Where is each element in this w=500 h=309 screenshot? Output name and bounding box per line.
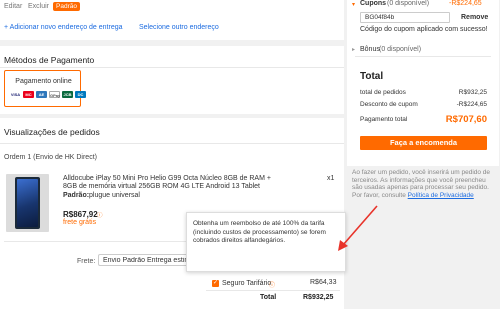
product-price: R$867,92 xyxy=(63,210,98,219)
order-view-title: Visualizações de pedidos xyxy=(4,127,100,137)
shipping-cost: R$64,33 xyxy=(310,279,337,286)
order-summary-panel: Total total de pedidos R$932,25 Desconto… xyxy=(347,56,499,166)
divider xyxy=(206,290,340,291)
visa-icon: VISA xyxy=(10,92,21,97)
coupons-label[interactable]: Cupons xyxy=(360,0,386,7)
product-quantity: x1 xyxy=(327,175,335,182)
summary-line-payment-total: Pagamento total R$707,60 xyxy=(360,114,487,125)
summary-line-order-total: total de pedidos R$932,25 xyxy=(360,89,487,96)
insurance-info-icon[interactable]: ⓘ xyxy=(269,280,275,289)
product-name-line1[interactable]: Alldocube iPlay 50 Mini Pro Helio G99 Oc… xyxy=(63,175,271,182)
address-panel: Editar Excluir Padrão + Adicionar novo e… xyxy=(0,0,344,40)
order-total-label: Total xyxy=(260,294,277,301)
default-badge: Padrão xyxy=(53,2,80,11)
price-info-icon[interactable]: ⓘ xyxy=(97,211,103,219)
summary-line-label: Desconto de cupom xyxy=(360,101,418,108)
freight-select-value: Envio Padrão Entrega estima xyxy=(103,257,188,264)
annotation-arrow xyxy=(338,205,378,251)
summary-line-label: total de pedidos xyxy=(360,89,406,96)
bonus-chevron-icon[interactable]: ▸ xyxy=(352,46,355,53)
coupon-code-input[interactable]: BG04f84b xyxy=(360,12,450,23)
remove-coupon-button[interactable]: Remove xyxy=(461,14,488,21)
diners-icon: DC xyxy=(75,91,86,98)
insurance-checkbox[interactable]: ✓ xyxy=(212,280,219,287)
payment-methods-title: Métodos de Pagamento xyxy=(4,55,95,65)
place-order-button[interactable]: Faça a encomenda xyxy=(360,136,487,150)
free-shipping-label: frete grátis xyxy=(63,219,97,226)
coupons-discount: -R$224,65 xyxy=(449,0,482,7)
online-payment-label: Pagamento online xyxy=(15,78,72,85)
payment-total-label: Pagamento total xyxy=(360,116,408,123)
product-thumbnail[interactable] xyxy=(6,174,49,232)
coupon-success-message: Código do cupom aplicado com sucesso! xyxy=(360,26,488,33)
bonus-count: (0 disponível) xyxy=(379,46,422,53)
edit-address-link[interactable]: Editar xyxy=(4,3,22,10)
summary-line-value: R$932,25 xyxy=(458,89,487,96)
annotation-arrow-line xyxy=(342,205,378,246)
divider xyxy=(355,56,491,57)
summary-total-title: Total xyxy=(360,71,384,82)
variant-label: Padrão: xyxy=(63,192,90,199)
coupon-panel: ▾ Cupons (0 disponível) -R$224,65 BG04f8… xyxy=(347,0,499,56)
freight-label: Frete: xyxy=(77,258,96,265)
variant-value: plugue universal xyxy=(89,192,140,199)
order-header: Ordem 1 (Envio de HK Direct) xyxy=(4,154,97,161)
privacy-policy-link[interactable]: Política de Privacidade xyxy=(408,192,474,199)
divider xyxy=(0,143,344,144)
order-total-value: R$932,25 xyxy=(303,294,334,301)
amex-icon: AE xyxy=(36,91,47,98)
freight-select[interactable]: Envio Padrão Entrega estima xyxy=(98,254,188,266)
jcb-icon: JCB xyxy=(62,91,73,98)
payment-methods-panel: Métodos de Pagamento Pagamento online VI… xyxy=(0,46,344,114)
card-brand-icons: VISA MC AE GPay JCB DC xyxy=(10,91,86,98)
divider xyxy=(0,67,344,68)
select-other-address-link[interactable]: Selecione outro endereço xyxy=(139,24,219,31)
online-payment-option[interactable]: Pagamento online VISA MC AE GPay JCB DC xyxy=(4,70,86,107)
summary-line-value: -R$224,65 xyxy=(456,101,487,108)
add-address-link[interactable]: + Adicionar novo endereço de entrega xyxy=(4,24,123,31)
coupon-code-value: BG04f84b xyxy=(365,14,395,21)
payment-total-value: R$707,60 xyxy=(445,114,487,125)
mastercard-icon: MC xyxy=(23,91,34,98)
summary-line-coupon-discount: Desconto de cupom -R$224,65 xyxy=(360,101,487,108)
coupons-count: (0 disponível) xyxy=(387,0,430,7)
delete-address-link[interactable]: Excluir xyxy=(28,3,49,10)
privacy-note: Ao fazer um pedido, você inserirá um ped… xyxy=(352,169,492,199)
bonus-label[interactable]: Bônus xyxy=(360,46,380,53)
insurance-tooltip-text: Obtenha um reembolso de até 100% da tari… xyxy=(193,220,326,244)
coupon-chevron-icon[interactable]: ▾ xyxy=(352,1,355,8)
tablet-image xyxy=(15,177,40,229)
insurance-tooltip: Obtenha um reembolso de até 100% da tari… xyxy=(186,212,346,272)
insurance-label: Seguro Tarifário xyxy=(222,280,272,287)
product-name-line2[interactable]: 8GB de memória virtual 256GB ROM 4G LTE … xyxy=(63,183,260,190)
google-pay-icon: GPay xyxy=(49,91,61,98)
